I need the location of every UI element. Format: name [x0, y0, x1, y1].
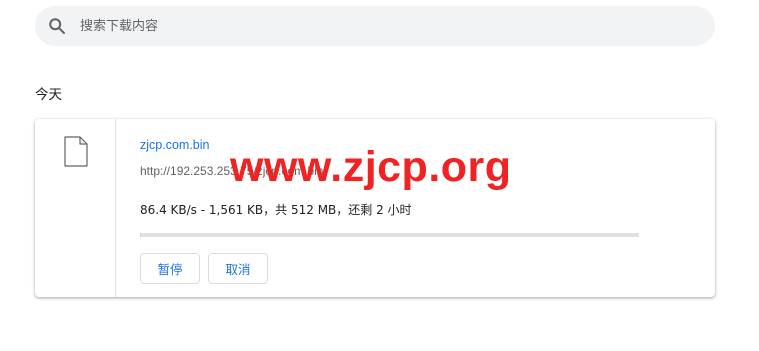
cancel-button[interactable]: 取消	[208, 253, 268, 284]
file-icon-column	[35, 119, 116, 297]
progress-bar	[140, 233, 639, 237]
search-input[interactable]	[80, 6, 680, 46]
search-icon	[48, 17, 66, 35]
download-status: 86.4 KB/s - 1,561 KB，共 512 MB，还剩 2 小时	[140, 203, 412, 217]
download-item: zjcp.com.bin http://192.253.253.75/zjcp.…	[35, 119, 715, 297]
pause-button[interactable]: 暂停	[140, 253, 200, 284]
progress-bar-fill	[140, 233, 142, 237]
download-details: zjcp.com.bin http://192.253.253.75/zjcp.…	[140, 119, 715, 297]
watermark-text: www.zjcp.org	[230, 143, 512, 191]
search-bar[interactable]	[35, 6, 715, 46]
date-header: 今天	[35, 87, 62, 103]
file-icon	[64, 136, 88, 167]
file-name-link[interactable]: zjcp.com.bin	[140, 138, 209, 152]
